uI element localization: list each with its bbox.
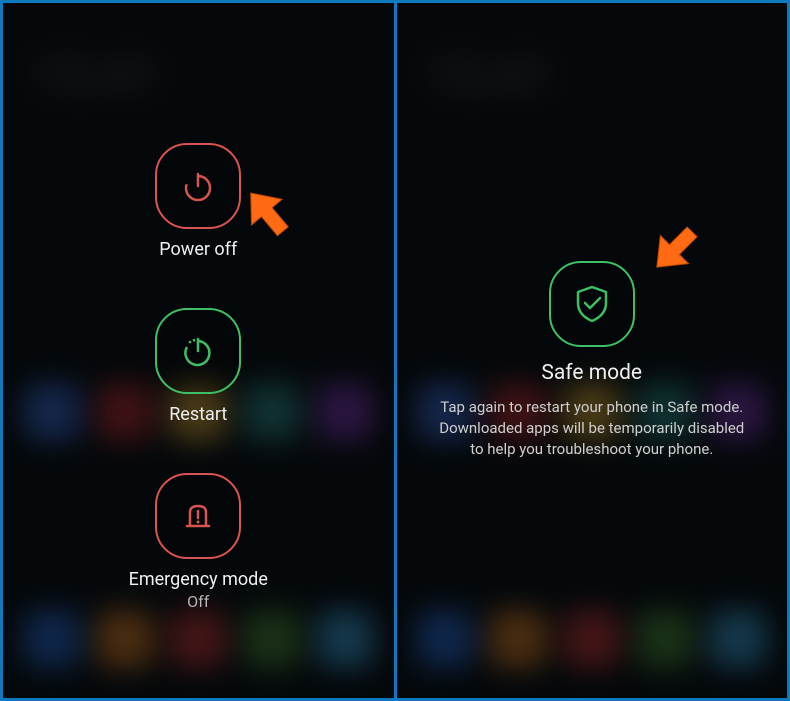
safe-mode-description: Tap again to restart your phone in Safe … <box>432 397 752 460</box>
safe-mode-prompt: Safe mode Tap again to restart your phon… <box>397 3 788 698</box>
annotation-arrow-right <box>643 211 713 281</box>
shield-check-icon <box>569 281 615 327</box>
restart-label: Restart <box>169 404 227 425</box>
restart-icon <box>178 331 218 371</box>
safe-mode-option[interactable]: Safe mode Tap again to restart your phon… <box>432 261 752 460</box>
power-off-icon-container <box>155 143 241 229</box>
emergency-label: Emergency mode <box>129 569 268 590</box>
safe-mode-icon-container <box>549 261 635 347</box>
power-menu-screen: 15:41 Power off Res <box>3 3 394 698</box>
power-off-label: Power off <box>159 239 237 260</box>
safe-mode-screen: 15:41 Safe mode Tap again to restart you… <box>397 3 788 698</box>
restart-icon-container <box>155 308 241 394</box>
safe-mode-title: Safe mode <box>541 361 642 385</box>
emergency-sublabel: Off <box>187 592 209 611</box>
emergency-mode-option[interactable]: Emergency mode Off <box>129 473 268 611</box>
power-menu: Power off Restart <box>3 3 394 698</box>
restart-option[interactable]: Restart <box>155 308 241 425</box>
emergency-icon <box>178 496 218 536</box>
power-off-option[interactable]: Power off <box>155 143 241 260</box>
emergency-icon-container <box>155 473 241 559</box>
power-icon <box>178 166 218 206</box>
annotation-arrow-left <box>235 181 305 251</box>
